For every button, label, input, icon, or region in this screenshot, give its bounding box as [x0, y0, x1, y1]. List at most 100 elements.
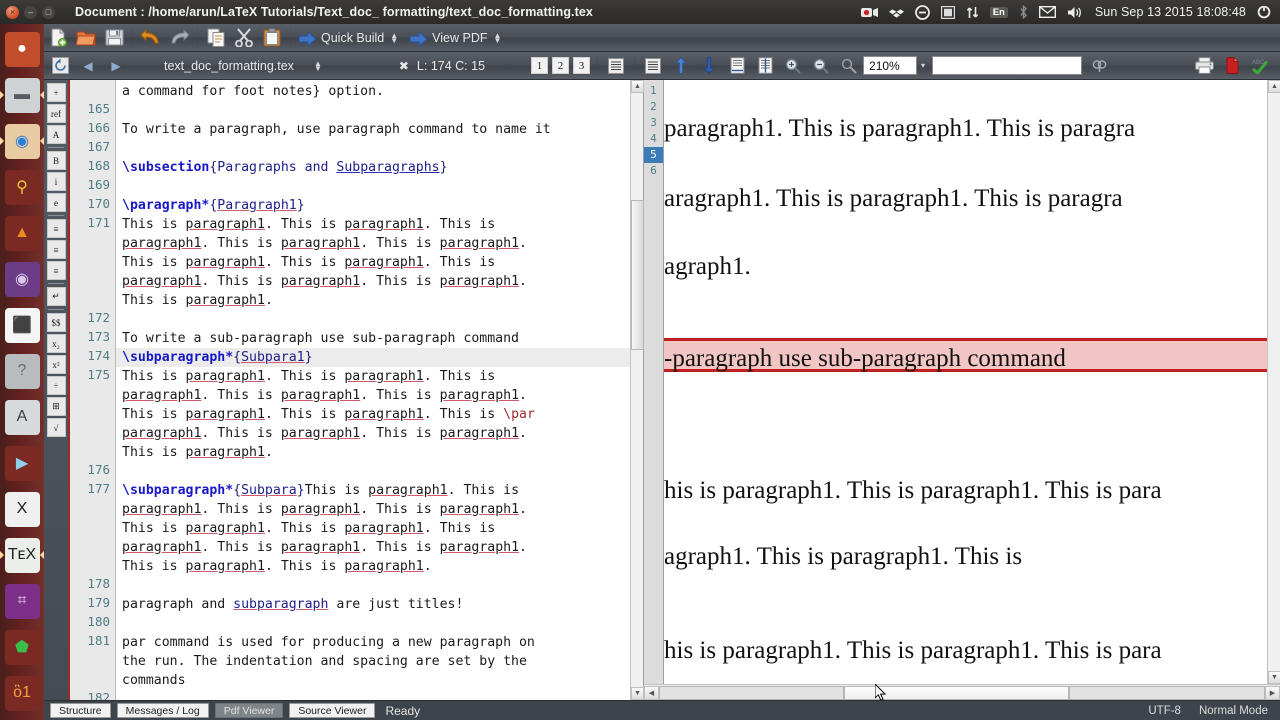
paste-button[interactable]: [259, 26, 285, 50]
pdf-page-number[interactable]: 3: [644, 115, 663, 131]
structure-panel-button[interactable]: Structure: [50, 703, 111, 718]
chevron-down-icon[interactable]: ▾: [921, 61, 925, 70]
pdf-horizontal-scrollbar[interactable]: ◀ ▶: [644, 684, 1280, 700]
code-line[interactable]: paragraph1. This is paragraph1. This is …: [122, 500, 527, 519]
scroll-down-arrow-icon[interactable]: ▼: [631, 687, 644, 700]
page-up-button[interactable]: [668, 54, 694, 78]
code-line[interactable]: \subsection{Paragraphs and Subparagraphs…: [122, 158, 448, 177]
pdf-hscroll-track-right[interactable]: [1069, 685, 1265, 700]
ubuntu-dash-icon[interactable]: ●: [4, 31, 40, 67]
fonts-icon[interactable]: A: [4, 399, 40, 435]
font-style-button[interactable]: A: [46, 125, 66, 144]
undo-button[interactable]: [138, 26, 164, 50]
code-line[interactable]: This is paragraph1. This is paragraph1. …: [122, 215, 495, 234]
pdf-page-number[interactable]: 5: [644, 147, 663, 163]
xfig-icon[interactable]: X: [4, 491, 40, 527]
spellcheck-button[interactable]: ABC: [1247, 54, 1273, 78]
code-line[interactable]: This is paragraph1. This is paragraph1. …: [122, 519, 495, 538]
code-line[interactable]: paragraph1. This is paragraph1. This is …: [122, 272, 527, 291]
network-icon[interactable]: [966, 0, 979, 24]
tea-lamp-icon[interactable]: ⚲: [4, 169, 40, 205]
structure-toggle-button[interactable]: [603, 54, 629, 78]
tea-lamp-launcher-item[interactable]: ⚲: [0, 165, 44, 209]
code-line[interactable]: paragraph1. This is paragraph1. This is …: [122, 424, 527, 443]
pdf-page-number[interactable]: 6: [644, 163, 663, 179]
google-chrome-icon[interactable]: ◉: [4, 123, 40, 159]
code-line[interactable]: To write a sub-paragraph use sub-paragra…: [122, 329, 519, 348]
quick-build-selector[interactable]: Quick Build ▲ ▼: [317, 31, 402, 45]
view-pdf-run-icon[interactable]: [409, 30, 428, 47]
insert-label-button[interactable]: +: [46, 83, 66, 102]
math-mode-button[interactable]: $$: [46, 313, 66, 332]
code-line[interactable]: par command is used for producing a new …: [122, 633, 535, 652]
fit-width-button[interactable]: [724, 54, 750, 78]
code-area[interactable]: a command for foot notes} option. To writ…: [116, 80, 643, 700]
help-icon[interactable]: ?: [4, 353, 40, 389]
sqrt-button[interactable]: √: [46, 418, 66, 437]
window-maximize-button[interactable]: □: [42, 5, 55, 19]
zoom-reset-button[interactable]: [836, 54, 862, 78]
window-close-button[interactable]: ×: [6, 5, 19, 19]
gtk-demo-icon[interactable]: ⬛: [4, 307, 40, 343]
print-button[interactable]: [1191, 54, 1217, 78]
align-center-button[interactable]: ≡: [46, 240, 66, 259]
code-line[interactable]: This is paragraph1. This is paragraph1. …: [122, 253, 495, 272]
open-document-button[interactable]: [73, 26, 99, 50]
scroll-up-arrow-icon[interactable]: ▲: [631, 80, 644, 93]
reload-icon[interactable]: [47, 54, 73, 78]
code-line[interactable]: paragraph and subparagraph are just titl…: [122, 595, 463, 614]
help-launcher-item[interactable]: ?: [0, 349, 44, 393]
code-line[interactable]: This is paragraph1.: [122, 291, 273, 310]
code-line[interactable]: This is paragraph1. This is paragraph1. …: [122, 367, 495, 386]
bluetooth-icon[interactable]: [1019, 0, 1028, 24]
messages-log-button[interactable]: Messages / Log: [116, 703, 209, 718]
book-reader-icon[interactable]: [940, 0, 955, 24]
mail-icon[interactable]: [1038, 0, 1056, 24]
power-gear-icon[interactable]: [1257, 0, 1271, 24]
page-down-button[interactable]: [696, 54, 722, 78]
view-pdf-selector[interactable]: View PDF ▲ ▼: [428, 31, 505, 45]
bookmark-button-2[interactable]: 2: [552, 57, 570, 74]
pdf-zoom-input[interactable]: 210%: [863, 56, 918, 75]
subscript-button[interactable]: x₂: [46, 334, 66, 353]
terminal-icon[interactable]: ⌗: [4, 583, 40, 619]
new-document-button[interactable]: [45, 26, 71, 50]
files-icon[interactable]: ▬: [4, 77, 40, 113]
code-line[interactable]: \subparagraph*{Subpara1}: [122, 348, 313, 367]
superscript-button[interactable]: x²: [46, 355, 66, 374]
source-editor[interactable]: 165 166 167 168 169 170 171 172 173 174 175 176 177 1…: [70, 80, 644, 705]
media-editor-icon[interactable]: ◉: [4, 261, 40, 297]
editor-vertical-scrollbar[interactable]: ▲ ▼: [630, 80, 644, 700]
align-left-button[interactable]: ≡: [46, 219, 66, 238]
vlc-media-player-icon[interactable]: ▲: [4, 215, 40, 251]
cut-button[interactable]: [231, 26, 257, 50]
xfig-launcher-item[interactable]: X: [0, 487, 44, 531]
copy-button[interactable]: [203, 26, 229, 50]
pdf-page-number[interactable]: 2: [644, 99, 663, 115]
zoom-out-button[interactable]: [808, 54, 834, 78]
export-pdf-button[interactable]: [1219, 54, 1245, 78]
pdf-scroll-left-arrow-icon[interactable]: ◀: [644, 685, 659, 700]
insert-ref-button[interactable]: ref: [46, 104, 66, 123]
texstudio-launcher-item[interactable]: TᴇX: [0, 533, 44, 577]
fit-page-button[interactable]: [752, 54, 778, 78]
align-right-button[interactable]: ≡: [46, 261, 66, 280]
bold-button[interactable]: B: [46, 151, 66, 170]
clock[interactable]: Sun Sep 13 2015 18:08:48: [1095, 5, 1246, 19]
pdf-outline-button[interactable]: [640, 54, 666, 78]
pdf-scroll-up-arrow-icon[interactable]: ▲: [1268, 80, 1280, 93]
dropbox-icon[interactable]: [888, 0, 904, 24]
scratch-cat-launcher-item[interactable]: ὃ1: [0, 671, 44, 715]
source-viewer-button[interactable]: Source Viewer: [289, 703, 376, 718]
files-launcher-item[interactable]: ▬: [0, 73, 44, 117]
vlc-media-player-launcher-item[interactable]: ▲: [0, 211, 44, 255]
pdf-hscroll-thumb[interactable]: [844, 685, 1069, 700]
pdf-scroll-right-arrow-icon[interactable]: ▶: [1265, 685, 1280, 700]
code-line[interactable]: This is paragraph1.: [122, 443, 273, 462]
gtk-demo-launcher-item[interactable]: ⬛: [0, 303, 44, 347]
pdf-page-content[interactable]: paragraph1. This is paragraph1. This is …: [664, 80, 1280, 700]
pdf-page-number[interactable]: 1: [644, 83, 663, 99]
document-selector[interactable]: text_doc_formatting.tex ▲ ▼: [160, 59, 326, 73]
previous-document-button[interactable]: ◀: [75, 54, 101, 78]
code-line[interactable]: \paragraph*{Paragraph1}: [122, 196, 305, 215]
